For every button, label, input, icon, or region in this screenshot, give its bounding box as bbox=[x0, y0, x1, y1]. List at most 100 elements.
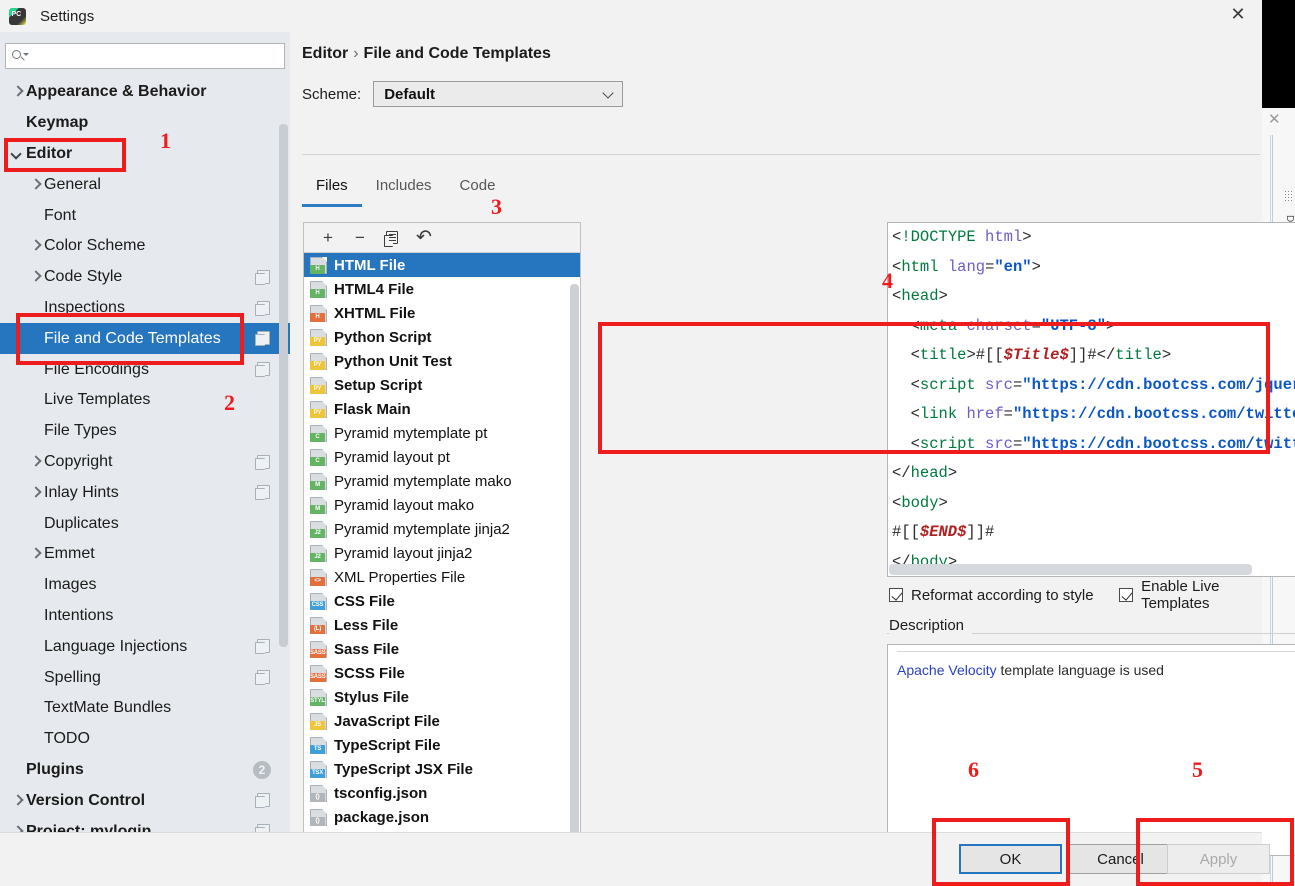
list-item[interactable]: TS TypeScript File bbox=[304, 733, 580, 757]
sidebar-item-file-and-code-templates[interactable]: File and Code Templates bbox=[0, 323, 290, 355]
sidebar-item-live-templates[interactable]: Live Templates bbox=[0, 385, 290, 416]
list-item[interactable]: TSX TypeScript JSX File bbox=[304, 757, 580, 781]
search-box[interactable] bbox=[5, 43, 285, 69]
sidebar-item-label: Font bbox=[44, 206, 77, 224]
sidebar-item-plugins[interactable]: Plugins 2 bbox=[0, 755, 290, 786]
list-item[interactable]: SASS Sass File bbox=[304, 637, 580, 661]
list-item[interactable]: H HTML File bbox=[304, 253, 580, 277]
description-box[interactable]: Apache Velocity template language is use… bbox=[887, 644, 1295, 856]
scheme-dropdown[interactable]: Default bbox=[373, 81, 624, 107]
tab-files[interactable]: Files bbox=[302, 177, 362, 207]
list-item[interactable]: STYL Stylus File bbox=[304, 685, 580, 709]
list-item[interactable]: C Pyramid mytemplate pt bbox=[304, 421, 580, 445]
templates-list: H HTML File H HTML4 File H XHTML File PY Python… bbox=[304, 253, 580, 856]
sidebar-item-duplicates[interactable]: Duplicates bbox=[0, 508, 290, 539]
list-item[interactable]: PY Python Script bbox=[304, 325, 580, 349]
list-item[interactable]: (L) Less File bbox=[304, 613, 580, 637]
sidebar-item-inspections[interactable]: Inspections bbox=[0, 293, 290, 324]
list-item[interactable]: H XHTML File bbox=[304, 301, 580, 325]
code-token: > bbox=[1161, 346, 1172, 364]
list-item[interactable]: PY Python Unit Test bbox=[304, 349, 580, 373]
sidebar-item-intentions[interactable]: Intentions bbox=[0, 601, 290, 632]
code-line: <!DOCTYPE html> bbox=[888, 223, 1295, 253]
chevron-right-icon[interactable] bbox=[10, 793, 26, 809]
reset-icon[interactable]: ↶ bbox=[408, 225, 440, 251]
add-icon[interactable]: + bbox=[312, 225, 344, 251]
sidebar-item-editor[interactable]: Editor bbox=[0, 139, 290, 170]
sidebar-item-color-scheme[interactable]: Color Scheme bbox=[0, 231, 290, 262]
list-item[interactable]: {} tsconfig.json bbox=[304, 781, 580, 805]
template-code-editor[interactable]: <!DOCTYPE html> <html lang="en"> <head> <m… bbox=[887, 222, 1295, 577]
list-item[interactable]: H HTML4 File bbox=[304, 277, 580, 301]
copy-settings-icon[interactable] bbox=[255, 454, 270, 470]
sidebar-item-textmate-bundles[interactable]: TextMate Bundles bbox=[0, 693, 290, 724]
chevron-right-icon[interactable] bbox=[28, 238, 44, 254]
copy-settings-icon[interactable] bbox=[255, 300, 270, 316]
list-item-label: Pyramid layout jinja2 bbox=[334, 544, 473, 562]
copy-settings-icon[interactable] bbox=[255, 269, 270, 285]
list-item[interactable]: SASS SCSS File bbox=[304, 661, 580, 685]
sidebar-item-emmet[interactable]: Emmet bbox=[0, 539, 290, 570]
chevron-right-icon[interactable] bbox=[28, 546, 44, 562]
background-close-icon[interactable]: ✕ bbox=[1268, 112, 1281, 127]
copy-icon[interactable] bbox=[376, 225, 408, 251]
sidebar-item-general[interactable]: General bbox=[0, 169, 290, 200]
list-item[interactable]: M Pyramid mytemplate mako bbox=[304, 469, 580, 493]
breadcrumb-parent[interactable]: Editor bbox=[302, 45, 348, 62]
sidebar-item-label: Live Templates bbox=[44, 391, 151, 409]
sidebar-item-inlay-hints[interactable]: Inlay Hints bbox=[0, 477, 290, 508]
sidebar-item-version-control[interactable]: Version Control bbox=[0, 785, 290, 816]
sidebar-item-file-types[interactable]: File Types bbox=[0, 416, 290, 447]
search-input[interactable] bbox=[30, 47, 255, 65]
cancel-button[interactable]: Cancel bbox=[1069, 844, 1172, 874]
list-item[interactable]: PY Flask Main bbox=[304, 397, 580, 421]
ok-button[interactable]: OK bbox=[959, 844, 1062, 874]
list-item[interactable]: J2 Pyramid layout jinja2 bbox=[304, 541, 580, 565]
live-templates-checkbox[interactable] bbox=[1119, 588, 1134, 602]
reformat-checkbox[interactable] bbox=[889, 588, 903, 602]
list-item[interactable]: <> XML Properties File bbox=[304, 565, 580, 589]
copy-settings-icon[interactable] bbox=[255, 331, 270, 347]
copy-settings-icon[interactable] bbox=[255, 793, 270, 809]
chevron-right-icon[interactable] bbox=[28, 485, 44, 501]
copy-settings-icon[interactable] bbox=[255, 670, 270, 686]
sidebar-item-file-encodings[interactable]: File Encodings bbox=[0, 354, 290, 385]
copy-settings-icon[interactable] bbox=[255, 362, 270, 378]
sidebar-item-language-injections[interactable]: Language Injections bbox=[0, 631, 290, 662]
sidebar-item-keymap[interactable]: Keymap bbox=[0, 108, 290, 139]
list-item[interactable]: PY Setup Script bbox=[304, 373, 580, 397]
apache-velocity-link[interactable]: Apache Velocity bbox=[897, 662, 997, 678]
sidebar-item-images[interactable]: Images bbox=[0, 570, 290, 601]
sidebar-item-copyright[interactable]: Copyright bbox=[0, 447, 290, 478]
file-template-icon: (L) bbox=[310, 616, 327, 634]
editor-hscrollbar-thumb[interactable] bbox=[889, 564, 1252, 575]
chevron-right-icon[interactable] bbox=[10, 84, 26, 100]
chevron-down-icon[interactable] bbox=[10, 146, 26, 162]
close-icon[interactable]: ✕ bbox=[1224, 0, 1252, 28]
list-item[interactable]: C Pyramid layout pt bbox=[304, 445, 580, 469]
sidebar-item-todo[interactable]: TODO bbox=[0, 724, 290, 755]
tab-includes[interactable]: Includes bbox=[362, 177, 446, 207]
list-scrollbar-thumb[interactable] bbox=[570, 284, 579, 844]
settings-content: Editor › File and Code Templates Scheme: D… bbox=[291, 32, 1295, 857]
reformat-checkbox-row[interactable]: Reformat according to style bbox=[889, 587, 1119, 604]
list-item[interactable]: {} package.json bbox=[304, 805, 580, 829]
sidebar-item-spelling[interactable]: Spelling bbox=[0, 662, 290, 693]
list-item[interactable]: JS JavaScript File bbox=[304, 709, 580, 733]
list-item[interactable]: CSS CSS File bbox=[304, 589, 580, 613]
sidebar-item-appearance-behavior[interactable]: Appearance & Behavior bbox=[0, 77, 290, 108]
sidebar-item-code-style[interactable]: Code Style bbox=[0, 262, 290, 293]
copy-settings-icon[interactable] bbox=[255, 485, 270, 501]
list-item[interactable]: M Pyramid layout mako bbox=[304, 493, 580, 517]
chevron-right-icon[interactable] bbox=[28, 177, 44, 193]
live-templates-checkbox-row[interactable]: Enable Live Templates bbox=[1119, 578, 1262, 612]
copy-settings-icon[interactable] bbox=[255, 639, 270, 655]
chevron-right-icon[interactable] bbox=[28, 454, 44, 470]
chevron-right-icon[interactable] bbox=[28, 269, 44, 285]
list-item-label: HTML File bbox=[334, 256, 406, 274]
sidebar-scrollbar-thumb[interactable] bbox=[279, 124, 288, 647]
sidebar-item-font[interactable]: Font bbox=[0, 200, 290, 231]
background-ide-titlebar bbox=[1262, 0, 1295, 108]
remove-icon[interactable]: − bbox=[344, 225, 376, 251]
list-item[interactable]: J2 Pyramid mytemplate jinja2 bbox=[304, 517, 580, 541]
